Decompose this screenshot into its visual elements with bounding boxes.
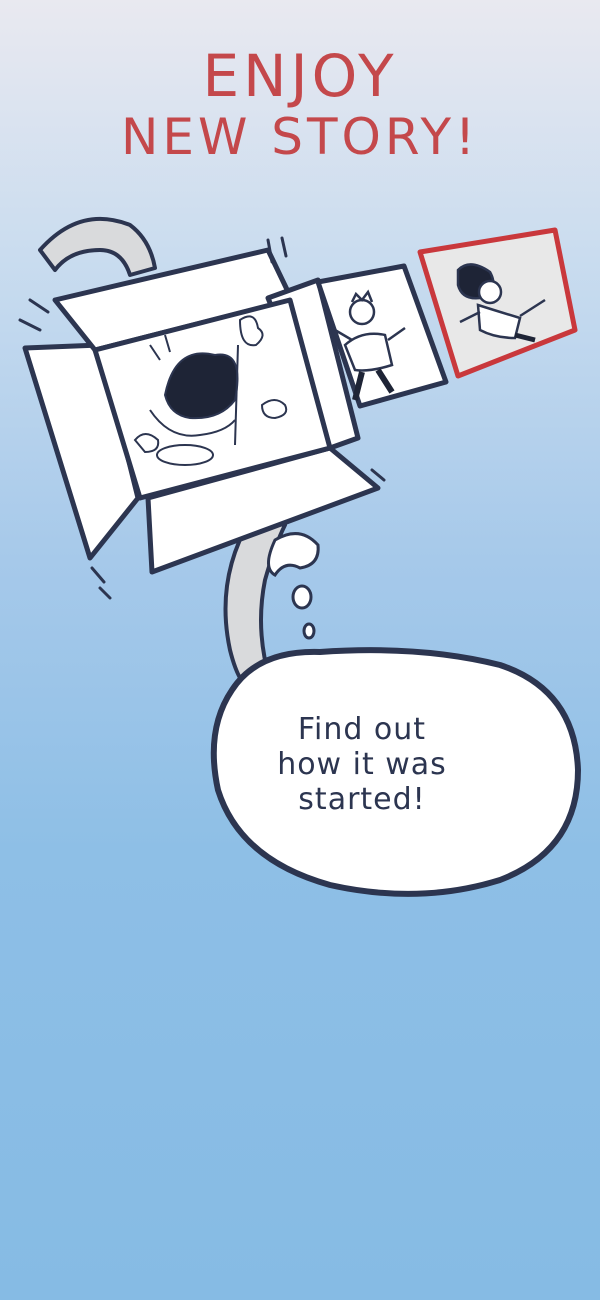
small-cloud-1: [267, 532, 320, 577]
bubble-caption: Find out how it was started!: [277, 712, 447, 817]
comic-illustration: [18, 216, 581, 897]
comic-panel-girl: [417, 227, 578, 379]
thought-dot-1: [291, 584, 313, 610]
thought-dot-2: [302, 622, 316, 640]
curled-tail-top: [38, 216, 157, 277]
